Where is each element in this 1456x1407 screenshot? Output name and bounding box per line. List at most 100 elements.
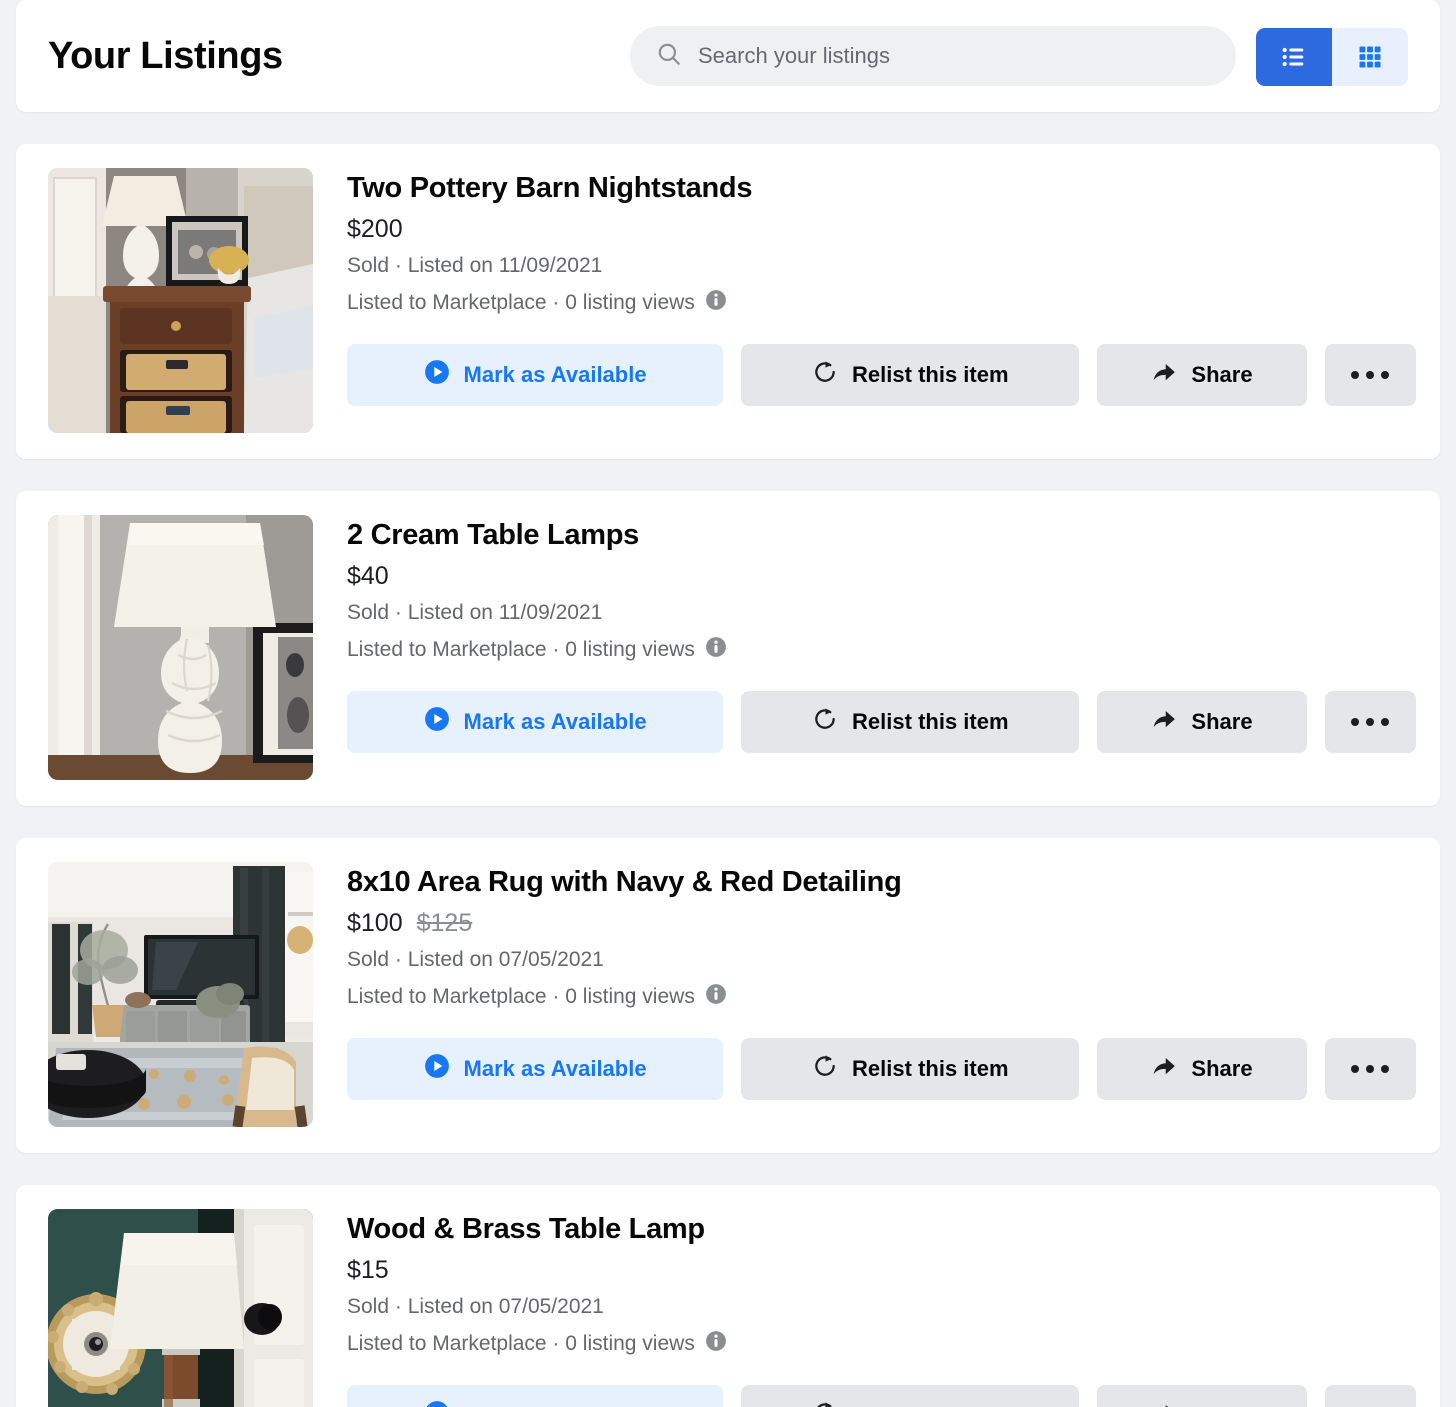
more-options-button[interactable] bbox=[1324, 1037, 1416, 1100]
price-row: $100 $125 bbox=[347, 909, 1416, 938]
info-icon[interactable] bbox=[705, 636, 727, 665]
relist-label: Relist this item bbox=[852, 1403, 1008, 1407]
thumbnail-area-rug[interactable] bbox=[48, 862, 313, 1127]
mark-as-available-button[interactable]: Mark as Available bbox=[347, 1037, 724, 1100]
listing-title: 8x10 Area Rug with Navy & Red Detailing bbox=[347, 866, 902, 898]
price-row: $200 bbox=[347, 215, 1416, 244]
relist-button[interactable]: Relist this item bbox=[741, 1037, 1080, 1100]
listing-details: 2 Cream Table Lamps $40 Sold · Listed on… bbox=[347, 515, 1416, 780]
mark-as-available-label: Mark as Available bbox=[463, 708, 647, 734]
listing-status: Sold · Listed on 11/09/2021 bbox=[347, 600, 1416, 626]
listing-details: 8x10 Area Rug with Navy & Red Detailing … bbox=[347, 862, 1416, 1127]
thumbnail-table-lamp[interactable] bbox=[48, 515, 313, 780]
listing-details: Wood & Brass Table Lamp $15 Sold · Liste… bbox=[347, 1209, 1416, 1407]
info-icon[interactable] bbox=[705, 983, 727, 1012]
share-label: Share bbox=[1191, 708, 1253, 734]
grid-view-icon bbox=[1359, 46, 1381, 68]
page-title: Your Listings bbox=[48, 34, 283, 77]
refresh-icon bbox=[812, 1053, 838, 1085]
share-label: Share bbox=[1191, 1055, 1253, 1081]
share-button[interactable]: Share bbox=[1097, 1384, 1307, 1407]
mark-as-available-button[interactable]: Mark as Available bbox=[347, 343, 724, 406]
listing-status-text: Sold · Listed on 07/05/2021 bbox=[347, 948, 604, 972]
refresh-icon bbox=[812, 359, 838, 391]
listing-views-text: Listed to Marketplace · 0 listing views bbox=[347, 638, 695, 662]
ellipsis-icon bbox=[1351, 717, 1390, 726]
share-arrow-icon bbox=[1151, 1053, 1177, 1085]
listing-price: $200 bbox=[347, 215, 403, 244]
mark-as-available-label: Mark as Available bbox=[463, 361, 647, 387]
listing-status: Sold · Listed on 07/05/2021 bbox=[347, 1294, 1416, 1320]
listing-price: $15 bbox=[347, 1256, 389, 1285]
listing-title: Two Pottery Barn Nightstands bbox=[347, 172, 753, 204]
refresh-icon bbox=[812, 706, 838, 738]
page-header: Your Listings bbox=[16, 0, 1440, 112]
your-listings-page: Your Listings Search your listings Two P… bbox=[0, 0, 1456, 1407]
listing-original-price: $125 bbox=[416, 909, 473, 938]
listing-views: Listed to Marketplace · 0 listing views bbox=[347, 636, 1416, 665]
share-button[interactable]: Share bbox=[1097, 1037, 1307, 1100]
share-label: Share bbox=[1191, 361, 1253, 387]
listing-actions: Mark as Available Relist this item bbox=[347, 690, 1416, 753]
info-icon[interactable] bbox=[705, 1330, 727, 1359]
play-circle-icon bbox=[424, 1400, 450, 1407]
listing-title: Wood & Brass Table Lamp bbox=[347, 1213, 705, 1245]
relist-button[interactable]: Relist this item bbox=[741, 343, 1080, 406]
share-arrow-icon bbox=[1151, 706, 1177, 738]
relist-button[interactable]: Relist this item bbox=[741, 1384, 1080, 1407]
share-button[interactable]: Share bbox=[1097, 690, 1307, 753]
thumbnail-brass-lamp[interactable] bbox=[48, 1209, 313, 1407]
thumbnail-nightstands[interactable] bbox=[48, 168, 313, 433]
listing-status-text: Sold · Listed on 11/09/2021 bbox=[347, 601, 603, 625]
listing-views-text: Listed to Marketplace · 0 listing views bbox=[347, 291, 695, 315]
mark-as-available-label: Mark as Available bbox=[464, 1403, 647, 1407]
price-row: $40 bbox=[347, 562, 1416, 591]
play-circle-icon bbox=[424, 706, 450, 738]
relist-button[interactable]: Relist this item bbox=[741, 690, 1080, 753]
list-view-icon bbox=[1282, 47, 1304, 67]
play-circle-icon bbox=[424, 1053, 450, 1085]
search-icon bbox=[656, 41, 682, 72]
mark-as-available-button[interactable]: Mark as Available bbox=[347, 690, 724, 753]
search-bar[interactable] bbox=[630, 26, 1236, 86]
listing-price: $100 bbox=[347, 909, 403, 938]
relist-label: Relist this item bbox=[852, 708, 1009, 734]
listing-actions: Mark as Available Relist this item bbox=[347, 343, 1416, 406]
view-toggle bbox=[1256, 28, 1408, 86]
share-label: Share bbox=[1191, 1403, 1252, 1407]
listing-card[interactable]: 8x10 Area Rug with Navy & Red Detailing … bbox=[16, 838, 1440, 1153]
share-button[interactable]: Share bbox=[1097, 343, 1307, 406]
listing-status: Sold · Listed on 11/09/2021 bbox=[347, 253, 1416, 279]
listing-status-text: Sold · Listed on 11/09/2021 bbox=[347, 254, 603, 278]
listing-card[interactable]: 2 Cream Table Lamps $40 Sold · Listed on… bbox=[16, 491, 1440, 806]
ellipsis-icon bbox=[1351, 1064, 1390, 1073]
relist-label: Relist this item bbox=[852, 361, 1009, 387]
listing-price: $40 bbox=[347, 562, 389, 591]
listing-views: Listed to Marketplace · 0 listing views bbox=[347, 1330, 1416, 1359]
play-circle-icon bbox=[424, 359, 450, 391]
listing-card[interactable]: Two Pottery Barn Nightstands $200 Sold ·… bbox=[16, 144, 1440, 459]
search-input[interactable] bbox=[698, 26, 1210, 86]
mark-as-available-button[interactable]: Mark as Available bbox=[347, 1384, 724, 1407]
listing-views-text: Listed to Marketplace · 0 listing views bbox=[347, 985, 695, 1009]
share-arrow-icon bbox=[1151, 1400, 1177, 1407]
price-row: $15 bbox=[347, 1256, 1416, 1285]
listing-card[interactable]: Wood & Brass Table Lamp $15 Sold · Liste… bbox=[16, 1185, 1440, 1407]
mark-as-available-label: Mark as Available bbox=[463, 1055, 647, 1081]
listing-details: Two Pottery Barn Nightstands $200 Sold ·… bbox=[347, 168, 1416, 433]
share-arrow-icon bbox=[1151, 359, 1177, 391]
relist-label: Relist this item bbox=[852, 1055, 1009, 1081]
more-options-button[interactable] bbox=[1324, 1384, 1416, 1407]
more-options-button[interactable] bbox=[1324, 690, 1416, 753]
refresh-icon bbox=[812, 1400, 838, 1407]
grid-view-button[interactable] bbox=[1332, 28, 1408, 86]
listing-views: Listed to Marketplace · 0 listing views bbox=[347, 289, 1416, 318]
listing-views: Listed to Marketplace · 0 listing views bbox=[347, 983, 1416, 1012]
listing-status: Sold · Listed on 07/05/2021 bbox=[347, 947, 1416, 973]
listing-status-text: Sold · Listed on 07/05/2021 bbox=[347, 1295, 604, 1319]
ellipsis-icon bbox=[1351, 370, 1390, 379]
info-icon[interactable] bbox=[705, 289, 727, 318]
listing-title: 2 Cream Table Lamps bbox=[347, 519, 639, 551]
more-options-button[interactable] bbox=[1324, 343, 1416, 406]
list-view-button[interactable] bbox=[1256, 28, 1332, 86]
